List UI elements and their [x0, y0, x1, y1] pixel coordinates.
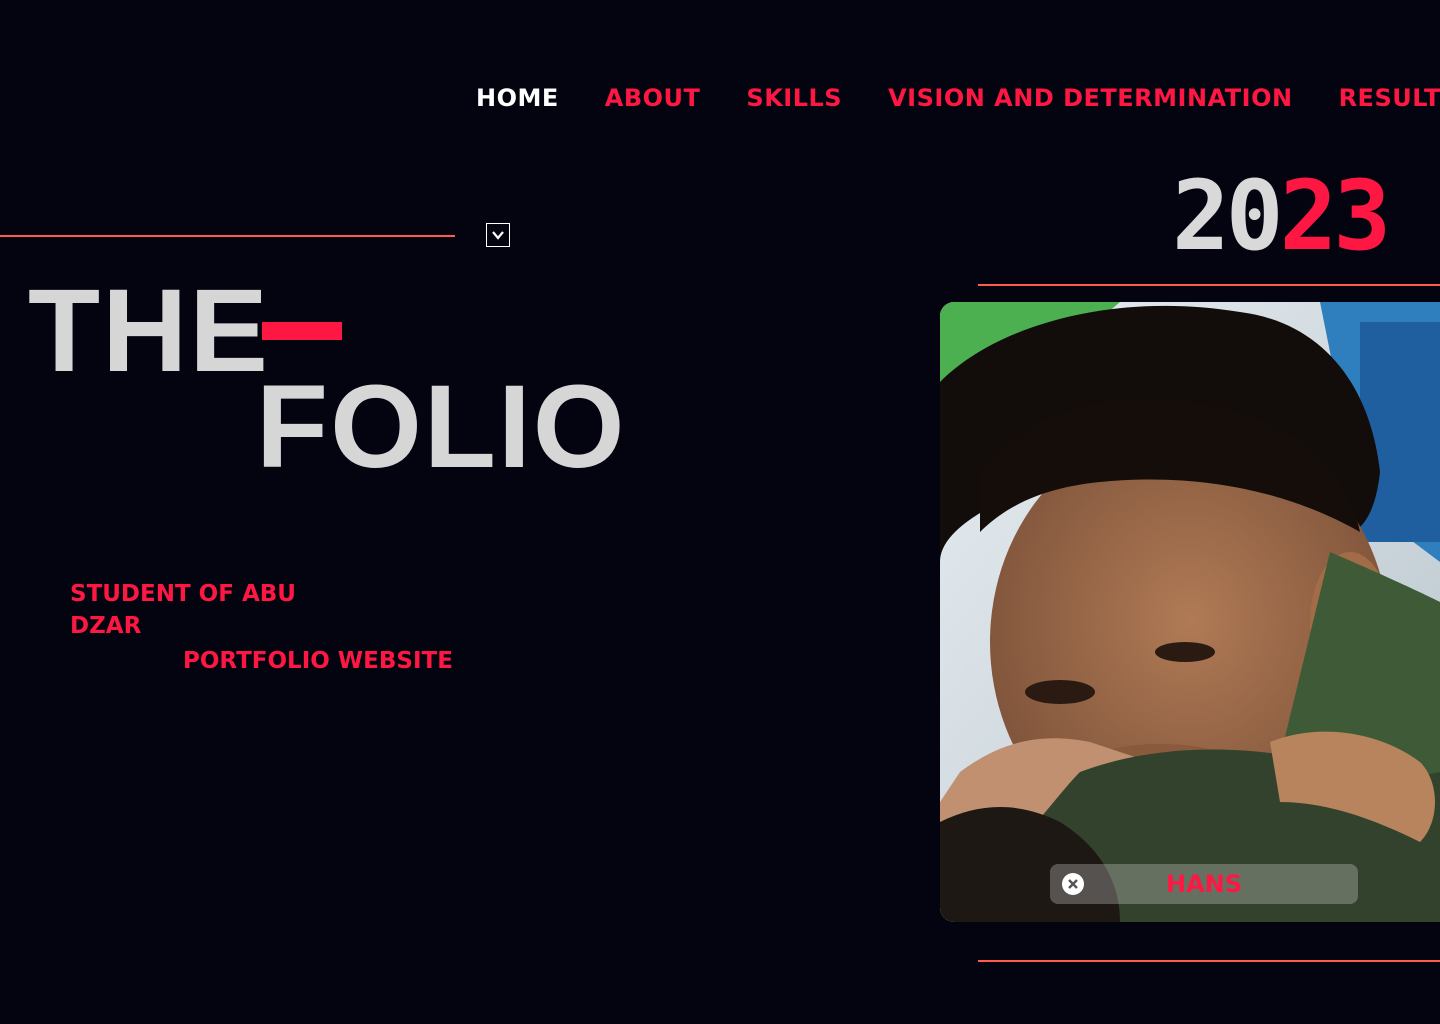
divider-left	[0, 235, 455, 237]
nav-results[interactable]: RESULTS	[1339, 84, 1440, 112]
tagline: PORTFOLIO WEBSITE	[183, 648, 453, 674]
divider-right-bottom	[978, 960, 1440, 962]
nav-vision-and-determination[interactable]: VISION AND DETERMINATION	[888, 84, 1292, 112]
profile-photo-card: HANS	[940, 302, 1440, 922]
year-second-half: 23	[1279, 160, 1392, 272]
profile-photo	[940, 302, 1440, 922]
main-nav: HOME ABOUT SKILLS VISION AND DETERMINATI…	[476, 84, 1440, 112]
hero-title-the: THE	[28, 265, 270, 397]
subtitle: STUDENT OF ABU DZAR	[70, 581, 296, 639]
nav-skills[interactable]: SKILLS	[746, 84, 842, 112]
nav-home[interactable]: HOME	[476, 84, 559, 112]
chevron-down-icon[interactable]	[486, 223, 510, 247]
name-tag: HANS	[1050, 864, 1358, 904]
hero-title-folio: FOLIO	[256, 361, 627, 493]
year-display: 2023	[1172, 168, 1391, 264]
close-circle-icon[interactable]	[1062, 873, 1084, 895]
hero-accent-dash	[262, 322, 342, 340]
nav-about[interactable]: ABOUT	[605, 84, 701, 112]
profile-name: HANS	[1165, 870, 1243, 898]
year-first-half: 20	[1172, 160, 1284, 272]
divider-right-top	[978, 284, 1440, 286]
